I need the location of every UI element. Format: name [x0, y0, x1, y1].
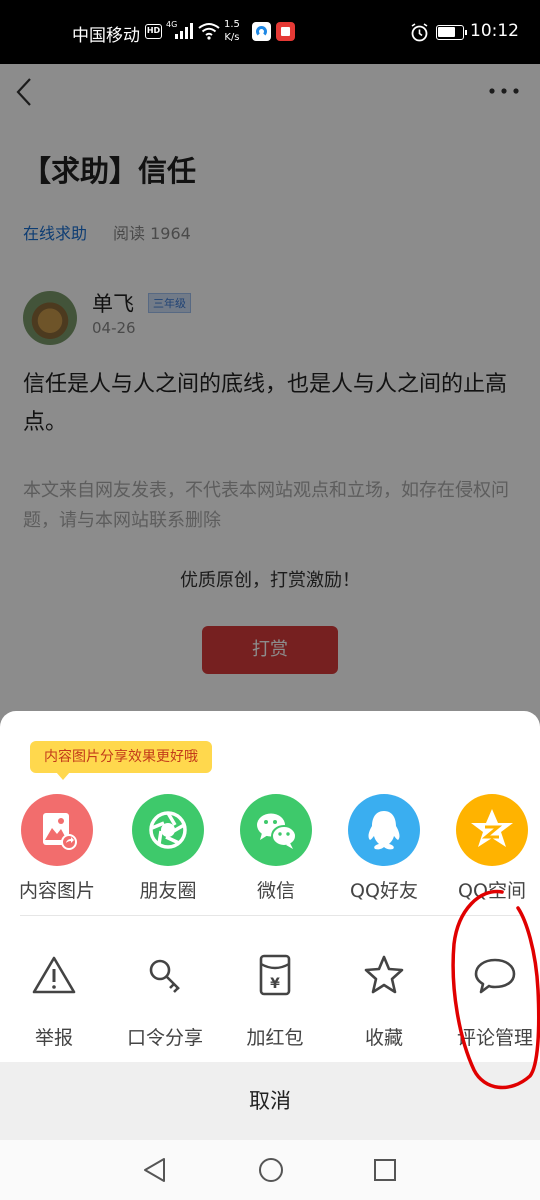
status-bar: 中国移动 HD 4G 1.5 K/s 10:12 — [0, 0, 540, 64]
reader-app-icon — [276, 22, 295, 41]
star-icon — [364, 955, 404, 994]
navigation-bar — [0, 1140, 540, 1200]
signal-icon — [175, 23, 193, 39]
moments-icon — [132, 794, 204, 866]
clock: 10:12 — [470, 21, 519, 41]
action-label: 加红包 — [246, 1027, 304, 1049]
image-share-icon — [21, 794, 93, 866]
action-label: 收藏 — [364, 1027, 403, 1049]
speed-unit: K/s — [224, 32, 240, 43]
carrier-name: 中国移动 — [72, 26, 140, 46]
nav-recent-icon[interactable] — [373, 1158, 397, 1182]
wechat-icon — [240, 794, 312, 866]
network-speed: 1.5 K/s — [224, 18, 240, 44]
nav-back-icon[interactable] — [142, 1157, 168, 1183]
wifi-icon — [198, 23, 220, 40]
share-label: 内容图片 — [18, 880, 95, 902]
key-icon — [149, 959, 180, 993]
battery-icon — [436, 25, 467, 40]
action-label: 举报 — [34, 1027, 73, 1049]
qq-icon — [348, 794, 420, 866]
share-label: QQ好友 — [350, 880, 418, 902]
hd-icon: HD — [145, 24, 162, 39]
share-label: 朋友圈 — [139, 880, 197, 902]
share-label: 微信 — [256, 880, 295, 902]
share-content-image[interactable]: 内容图片 — [2, 794, 112, 903]
warning-icon — [32, 956, 76, 994]
add-red-packet-button[interactable]: ¥ 加红包 — [220, 951, 330, 1050]
speed-value: 1.5 — [224, 19, 240, 30]
share-moments[interactable]: 朋友圈 — [113, 794, 223, 903]
report-button[interactable]: 举报 — [0, 951, 109, 1050]
svg-text:¥: ¥ — [270, 976, 280, 992]
share-qq-friend[interactable]: QQ好友 — [329, 794, 439, 903]
passcode-share-button[interactable]: 口令分享 — [110, 951, 220, 1050]
nav-home-icon[interactable] — [258, 1157, 284, 1183]
share-tip: 内容图片分享效果更好哦 — [30, 741, 212, 780]
red-packet-icon: ¥ — [259, 954, 291, 996]
share-wechat[interactable]: 微信 — [221, 794, 331, 903]
favorite-button[interactable]: 收藏 — [329, 951, 439, 1050]
action-label: 口令分享 — [126, 1027, 203, 1049]
red-circle-annotation — [451, 889, 540, 1090]
alarm-icon — [411, 23, 428, 42]
browser-app-icon — [252, 22, 271, 41]
qzone-icon — [456, 794, 528, 866]
